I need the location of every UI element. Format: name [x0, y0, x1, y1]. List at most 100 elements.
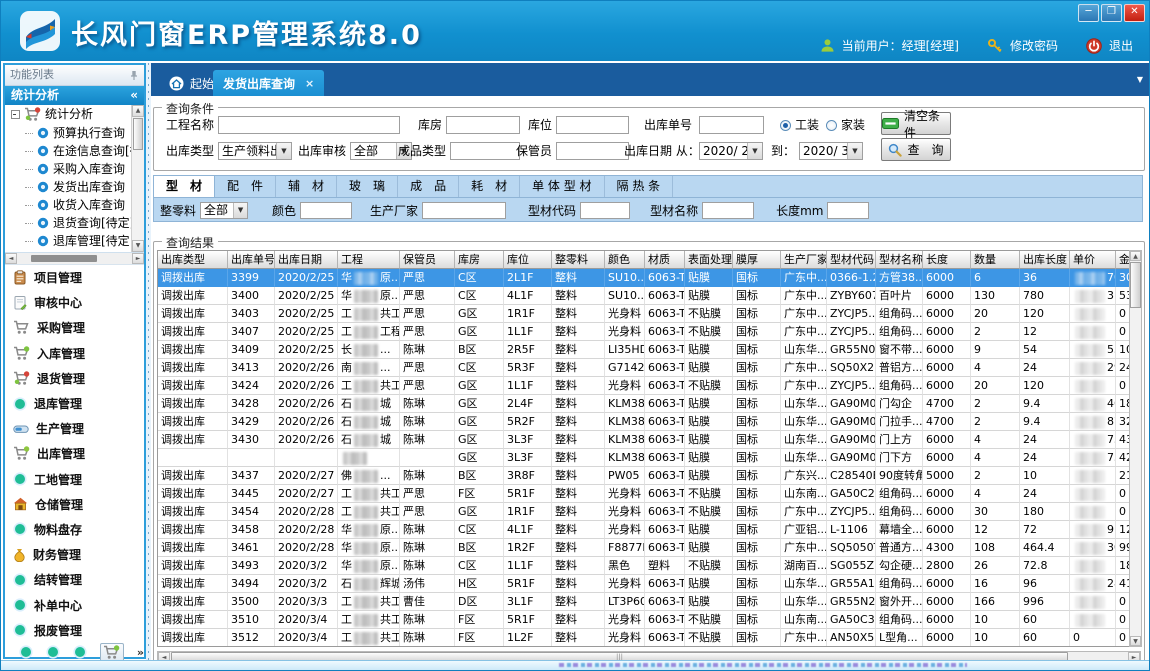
footer-more-chevron[interactable]: »: [137, 646, 144, 659]
warehouse-input[interactable]: [446, 116, 520, 134]
sidebar-item-物料盘存[interactable]: 物料盘存: [13, 521, 144, 538]
table-row[interactable]: 调拨出库34242020/2/26工共工程严思G区1L1F整料光身料6063-T…: [158, 377, 1130, 395]
table-row[interactable]: 调拨出库34072020/2/25工工程严思G区1L1F整料光身料6063-T5…: [158, 323, 1130, 341]
section-header[interactable]: 统计分析 «: [5, 86, 144, 105]
column-header[interactable]: 表面处理: [685, 251, 733, 269]
sidebar-item-生产管理[interactable]: 生产管理: [13, 420, 144, 437]
location-input[interactable]: [556, 116, 629, 134]
column-header[interactable]: 膜厚: [733, 251, 781, 269]
table-row[interactable]: 调拨出库34132020/2/26南...严思C区5R3F整料G71422606…: [158, 359, 1130, 377]
profile-name-input[interactable]: [702, 202, 754, 219]
close-button[interactable]: ✕: [1124, 4, 1145, 22]
sidebar-item-工地管理[interactable]: 工地管理: [13, 471, 144, 488]
scroll-left-icon[interactable]: ◄: [5, 253, 17, 264]
radio-gongzhuang[interactable]: 工装: [780, 116, 819, 134]
logout-link[interactable]: 退出: [1109, 37, 1133, 54]
material-tab[interactable]: 成 品: [398, 176, 459, 197]
maximize-button[interactable]: ❐: [1101, 4, 1122, 22]
scroll-up-icon[interactable]: ▲: [1130, 251, 1141, 261]
collapse-icon[interactable]: «: [130, 86, 138, 105]
tree-item-发货出库查询[interactable]: 发货出库查询: [5, 178, 144, 196]
column-header[interactable]: 型材代码: [827, 251, 876, 269]
column-header[interactable]: 出库日期: [275, 251, 338, 269]
manufacturer-input[interactable]: [422, 202, 506, 219]
tree-scrollbar-vertical[interactable]: ▲ ▼: [131, 105, 144, 252]
pin-icon[interactable]: [129, 70, 139, 81]
tab-shipment-outbound-query[interactable]: 发货出库查询 ×: [213, 70, 324, 96]
table-row[interactable]: 调拨出库34002020/2/25华原...严思C区4L1F整料SU10...6…: [158, 287, 1130, 305]
table-row[interactable]: G区3L3F整料KLM38176063-T5贴膜国标山东华...GA90M09.…: [158, 449, 1130, 467]
tree-item-预算执行查询[interactable]: 预算执行查询: [5, 124, 144, 142]
column-header[interactable]: 生产厂家: [781, 251, 827, 269]
table-row[interactable]: 调拨出库34932020/3/2华原...陈琳C区1L1F整料黑色塑料不贴膜国标…: [158, 557, 1130, 575]
minimize-button[interactable]: ─: [1078, 4, 1099, 22]
sidebar-item-入库管理[interactable]: 入库管理: [13, 345, 144, 362]
product-type-input[interactable]: [450, 142, 520, 160]
sidebar-item-报废管理[interactable]: 报废管理: [13, 622, 144, 639]
tree-item-收货入库查询[interactable]: 收货入库查询: [5, 196, 144, 214]
outbound-no-input[interactable]: [699, 116, 764, 134]
table-row[interactable]: 调拨出库34282020/2/26石城陈琳G区2L4F整料KLM38176063…: [158, 395, 1130, 413]
outbound-type-select[interactable]: 生产领料出库▼: [218, 142, 292, 160]
table-row[interactable]: 调拨出库34942020/3/2石辉城汤伟H区5R1F整料光身料6063-T5贴…: [158, 575, 1130, 593]
table-row[interactable]: 调拨出库34542020/2/28工共工程严思G区1R1F整料光身料6063-T…: [158, 503, 1130, 521]
column-header[interactable]: 型材名称: [876, 251, 923, 269]
column-header[interactable]: 出库长度: [1020, 251, 1070, 269]
table-row[interactable]: 调拨出库34372020/2/27佛...陈琳B区3R8F整料PW056063-…: [158, 467, 1130, 485]
sidebar-item-采购管理[interactable]: 采购管理: [13, 319, 144, 336]
table-row[interactable]: 调拨出库34612020/2/28华原...陈琳B区1R2F整料F8877FT6…: [158, 539, 1130, 557]
date-from-select[interactable]: 2020/ 2/16▼: [699, 142, 763, 160]
sidebar-item-审核中心[interactable]: 审核中心: [13, 294, 144, 311]
scroll-down-icon[interactable]: ▼: [1130, 636, 1141, 646]
tree-item-在途信息查询[待[interactable]: 在途信息查询[待: [5, 142, 144, 160]
search-button[interactable]: 查 询: [881, 138, 951, 161]
length-mm-input[interactable]: [827, 202, 869, 219]
material-tab[interactable]: 耗 材: [459, 176, 520, 197]
column-header[interactable]: 颜色: [605, 251, 645, 269]
sidebar-item-退库管理[interactable]: 退库管理: [13, 395, 144, 412]
expander-icon[interactable]: [11, 110, 20, 119]
column-header[interactable]: 长度: [923, 251, 971, 269]
table-row[interactable]: 调拨出库34582020/2/28华原...陈琳C区4L1F整料光身料6063-…: [158, 521, 1130, 539]
footer-dot-icon[interactable]: [73, 645, 87, 659]
scroll-up-icon[interactable]: ▲: [132, 105, 144, 117]
table-row[interactable]: 调拨出库34292020/2/26石城陈琳G区5R2F整料KLM38176063…: [158, 413, 1130, 431]
footer-cart-button[interactable]: [100, 643, 124, 662]
color-input[interactable]: [300, 202, 352, 219]
sidebar-item-结转管理[interactable]: 结转管理: [13, 571, 144, 588]
column-header[interactable]: 数量: [971, 251, 1020, 269]
scroll-thumb[interactable]: [31, 255, 97, 262]
tree-item-退货查询[待定][interactable]: 退货查询[待定]: [5, 214, 144, 232]
table-row[interactable]: 调拨出库34092020/2/25长...陈琳B区2R5F整料LI35HD606…: [158, 341, 1130, 359]
profile-code-input[interactable]: [580, 202, 630, 219]
radio-jiazhuang[interactable]: 家装: [826, 116, 865, 134]
table-row[interactable]: 调拨出库35122020/3/4工共工程陈琳F区1L2F整料光身料6063-T5…: [158, 629, 1130, 647]
scroll-down-icon[interactable]: ▼: [132, 240, 144, 252]
table-row[interactable]: 调拨出库34032020/2/25工共工程严思G区1R1F整料光身料6063-T…: [158, 305, 1130, 323]
sidebar-item-补单中心[interactable]: 补单中心: [13, 597, 144, 614]
column-header[interactable]: 工程: [338, 251, 400, 269]
keeper-input[interactable]: [556, 142, 629, 160]
clear-conditions-button[interactable]: 清空条件: [881, 112, 951, 135]
footer-dot-icon[interactable]: [19, 645, 33, 659]
change-password-link[interactable]: 修改密码: [1010, 37, 1058, 54]
material-tab[interactable]: 配 件: [215, 176, 276, 197]
date-to-select[interactable]: 2020/ 3/16▼: [799, 142, 863, 160]
column-header[interactable]: 出库单号: [228, 251, 275, 269]
tree-root[interactable]: 统计分析: [5, 105, 144, 124]
sidebar-item-项目管理[interactable]: 项目管理: [13, 269, 144, 286]
column-header[interactable]: 保管员: [400, 251, 455, 269]
material-tab[interactable]: 型 材: [154, 176, 215, 197]
table-row[interactable]: 调拨出库34452020/2/27工共工程严思F区5R1F整料光身料6063-T…: [158, 485, 1130, 503]
whole-part-select[interactable]: 全部▼: [200, 202, 248, 219]
column-header[interactable]: 金: [1116, 251, 1130, 269]
tree-item-采购入库查询[interactable]: 采购入库查询: [5, 160, 144, 178]
column-header[interactable]: 材质: [645, 251, 685, 269]
column-header[interactable]: 整零料: [552, 251, 605, 269]
tree-scrollbar-horizontal[interactable]: ◄ ►: [5, 253, 144, 265]
scroll-thumb[interactable]: [1130, 262, 1141, 308]
tab-list-dropdown-icon[interactable]: ▼: [1137, 75, 1143, 84]
material-tab[interactable]: 单 体 型 材: [520, 176, 604, 197]
column-header[interactable]: 库位: [504, 251, 552, 269]
material-tab[interactable]: 隔 热 条: [605, 176, 674, 197]
